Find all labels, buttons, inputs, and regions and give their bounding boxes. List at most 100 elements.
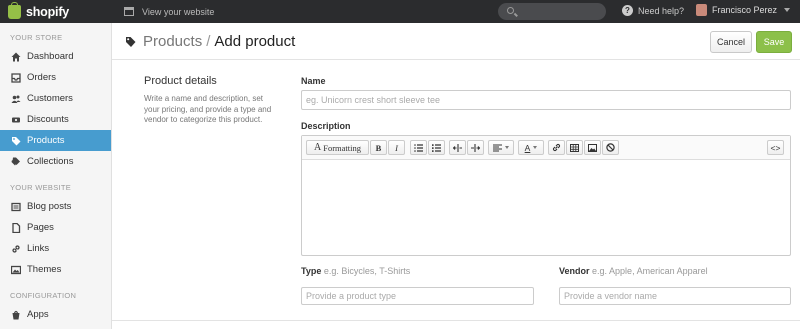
type-label: Type e.g. Bicycles, T-Shirts: [301, 266, 410, 276]
help-label: Need help?: [638, 5, 685, 16]
bold-button[interactable]: B: [370, 140, 387, 155]
sidebar-section-configuration: CONFIGURATION: [10, 291, 77, 300]
page-title: Add product: [214, 32, 296, 50]
clear-formatting-icon: [606, 143, 615, 152]
sidebar-item-label: Products: [27, 135, 65, 146]
apps-icon: [11, 310, 21, 320]
product-type-input[interactable]: Provide a product type: [301, 287, 534, 305]
discount-icon: [11, 115, 21, 125]
vendor-hint: e.g. Apple, American Apparel: [592, 266, 708, 276]
tag-icon: [11, 136, 21, 146]
insert-image-button[interactable]: [584, 140, 601, 155]
sidebar-section-website: YOUR WEBSITE: [10, 183, 72, 192]
align-left-icon: [493, 143, 502, 152]
numbered-list-button[interactable]: [428, 140, 445, 155]
description-label: Description: [301, 121, 351, 131]
sidebar-item-products[interactable]: Products: [0, 130, 111, 151]
bullet-list-icon: [414, 143, 423, 152]
window-icon: [124, 7, 134, 16]
breadcrumb-separator: /: [206, 32, 211, 50]
font-color-label: A: [524, 142, 531, 153]
blog-icon: [11, 202, 21, 212]
pages-icon: [11, 222, 21, 233]
chevron-down-icon: [784, 8, 791, 12]
alignment-dropdown[interactable]: [488, 140, 514, 155]
themes-icon: [11, 265, 21, 275]
link-icon: [11, 244, 21, 254]
sidebar-item-collections[interactable]: Collections: [0, 151, 111, 172]
sidebar-item-themes[interactable]: Themes: [0, 259, 111, 280]
sidebar-item-label: Apps: [27, 309, 49, 320]
sidebar: YOUR STORE Dashboard Orders Customers Di…: [0, 23, 112, 329]
editor-toolbar: A Formatting B I A <>: [302, 136, 790, 160]
help-link[interactable]: ? Need help?: [622, 5, 684, 16]
sidebar-item-dashboard[interactable]: Dashboard: [0, 46, 111, 67]
sidebar-item-label: Blog posts: [27, 201, 72, 212]
sidebar-item-discounts[interactable]: Discounts: [0, 109, 111, 130]
collections-icon: [11, 157, 21, 167]
type-label-text: Type: [301, 266, 322, 276]
sidebar-item-label: Links: [27, 243, 50, 254]
indent-icon: [471, 143, 480, 152]
sidebar-item-apps[interactable]: Apps: [0, 304, 111, 325]
vendor-input[interactable]: Provide a vendor name: [559, 287, 791, 305]
sidebar-item-blog-posts[interactable]: Blog posts: [0, 196, 111, 217]
shopify-bag-icon: [8, 1, 21, 19]
type-hint: e.g. Bicycles, T-Shirts: [323, 266, 411, 276]
bullet-list-button[interactable]: [410, 140, 427, 155]
indent-button[interactable]: [467, 140, 484, 155]
vendor-label: Vendor e.g. Apple, American Apparel: [559, 266, 708, 276]
sidebar-item-links[interactable]: Links: [0, 238, 111, 259]
link-icon: [552, 143, 561, 152]
save-button[interactable]: Save: [756, 31, 792, 53]
insert-table-button[interactable]: [566, 140, 583, 155]
image-icon: [588, 143, 597, 152]
sidebar-section-store: YOUR STORE: [10, 33, 63, 42]
sidebar-item-label: Orders: [27, 72, 57, 83]
description-textarea[interactable]: [302, 160, 790, 255]
sidebar-item-label: Discounts: [27, 114, 69, 125]
home-icon: [11, 52, 21, 62]
page-header: Products / Add product Cancel Save: [112, 23, 800, 60]
help-icon: ?: [622, 5, 633, 16]
name-input[interactable]: eg. Unicorn crest short sleeve tee: [301, 90, 791, 110]
top-bar: shopify View your website ? Need help? F…: [0, 0, 800, 23]
formatting-dropdown[interactable]: A Formatting: [306, 140, 369, 155]
sidebar-item-orders[interactable]: Orders: [0, 67, 111, 88]
breadcrumb-products[interactable]: Products: [143, 33, 202, 50]
users-icon: [11, 94, 21, 104]
html-view-button[interactable]: <>: [767, 140, 784, 155]
brand-name: shopify: [26, 4, 70, 19]
italic-button[interactable]: I: [388, 140, 405, 155]
tag-icon: [125, 35, 136, 47]
numbered-list-icon: [432, 143, 441, 152]
product-details-heading: Product details: [144, 75, 217, 87]
sidebar-item-label: Collections: [27, 156, 74, 167]
view-website-label: View your website: [142, 6, 215, 17]
shopify-logo[interactable]: shopify: [0, 1, 112, 19]
sidebar-item-customers[interactable]: Customers: [0, 88, 111, 109]
sidebar-item-pages[interactable]: Pages: [0, 217, 111, 238]
name-label: Name: [301, 76, 326, 86]
outdent-icon: [453, 143, 462, 152]
cancel-button[interactable]: Cancel: [710, 31, 752, 53]
search-icon: [507, 7, 514, 14]
search-input[interactable]: [498, 3, 606, 20]
sidebar-item-label: Pages: [27, 222, 54, 233]
view-website-link[interactable]: View your website: [124, 7, 214, 17]
section-divider: [112, 320, 800, 321]
formatting-label: Formatting: [323, 142, 361, 153]
main-content: Products / Add product Cancel Save Produ…: [112, 23, 800, 329]
user-name: Francisco Perez: [712, 5, 778, 15]
user-menu[interactable]: Francisco Perez: [696, 4, 791, 16]
avatar: [696, 4, 707, 16]
vendor-label-text: Vendor: [559, 266, 590, 276]
sidebar-item-label: Dashboard: [27, 51, 74, 62]
inbox-icon: [11, 72, 21, 83]
outdent-button[interactable]: [449, 140, 466, 155]
clear-formatting-button[interactable]: [602, 140, 619, 155]
insert-link-button[interactable]: [548, 140, 565, 155]
sidebar-item-label: Themes: [27, 264, 62, 275]
product-details-description: Write a name and description, set your p…: [144, 94, 272, 124]
font-color-dropdown[interactable]: A: [518, 140, 544, 155]
